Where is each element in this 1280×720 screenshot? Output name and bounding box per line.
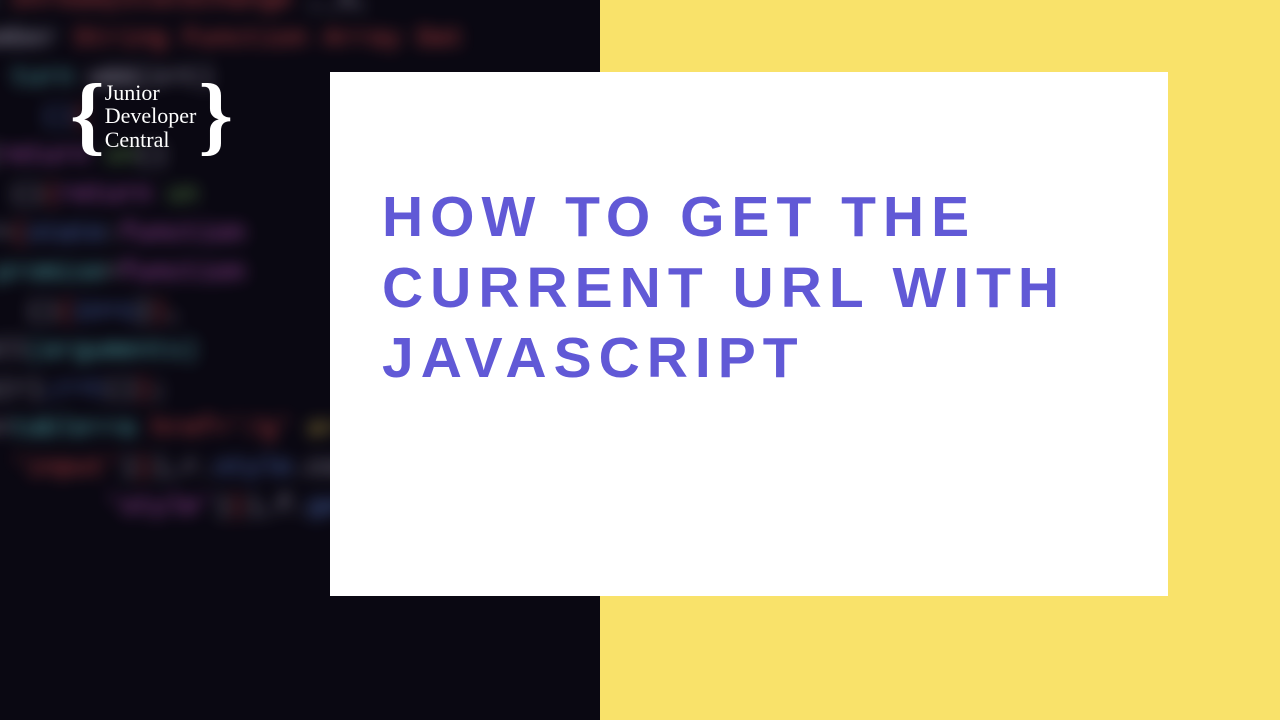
main-title: HOW TO GET THE CURRENT URL WITH JAVASCRI… — [382, 182, 1116, 394]
open-brace-icon: { — [70, 72, 105, 160]
logo-line-2: Developer — [105, 104, 197, 127]
logo-line-1: Junior — [105, 81, 197, 104]
title-card: HOW TO GET THE CURRENT URL WITH JAVASCRI… — [330, 72, 1168, 596]
logo: { Junior Developer Central } — [70, 72, 233, 160]
logo-text: Junior Developer Central — [105, 81, 197, 150]
logo-line-3: Central — [105, 128, 197, 151]
close-brace-icon: } — [198, 72, 233, 160]
